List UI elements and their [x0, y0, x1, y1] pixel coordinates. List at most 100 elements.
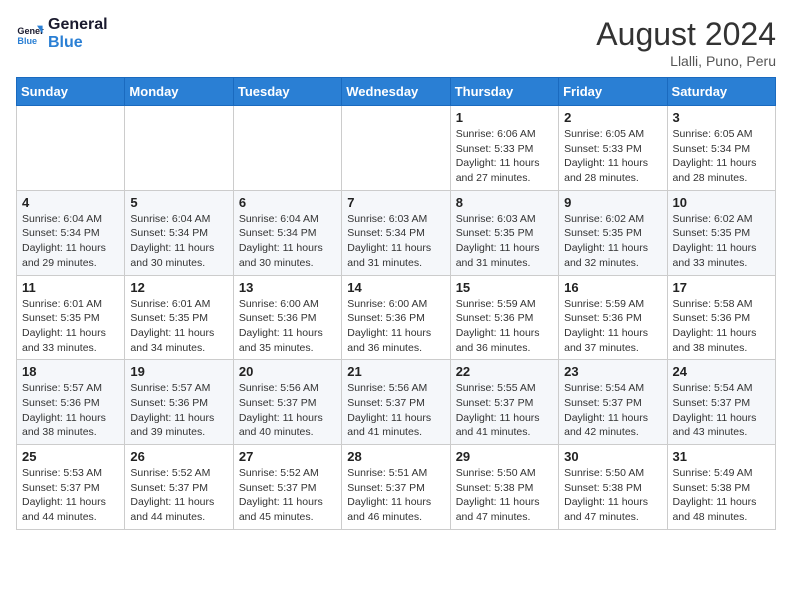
day-info: Sunrise: 5:54 AM Sunset: 5:37 PM Dayligh…	[564, 381, 661, 440]
calendar-day-cell: 19 Sunrise: 5:57 AM Sunset: 5:36 PM Dayli…	[125, 360, 233, 445]
day-number: 1	[456, 110, 553, 125]
day-of-week-thursday: Thursday	[450, 78, 558, 106]
day-info: Sunrise: 5:50 AM Sunset: 5:38 PM Dayligh…	[456, 466, 553, 525]
day-info: Sunrise: 6:04 AM Sunset: 5:34 PM Dayligh…	[22, 212, 119, 271]
day-number: 14	[347, 280, 444, 295]
day-info: Sunrise: 5:50 AM Sunset: 5:38 PM Dayligh…	[564, 466, 661, 525]
day-info: Sunrise: 6:00 AM Sunset: 5:36 PM Dayligh…	[239, 297, 336, 356]
day-number: 18	[22, 364, 119, 379]
day-info: Sunrise: 6:06 AM Sunset: 5:33 PM Dayligh…	[456, 127, 553, 186]
day-info: Sunrise: 6:02 AM Sunset: 5:35 PM Dayligh…	[673, 212, 770, 271]
title-block: August 2024 Llalli, Puno, Peru	[596, 16, 776, 69]
day-info: Sunrise: 5:56 AM Sunset: 5:37 PM Dayligh…	[239, 381, 336, 440]
location: Llalli, Puno, Peru	[596, 53, 776, 69]
calendar-week-row: 18 Sunrise: 5:57 AM Sunset: 5:36 PM Dayli…	[17, 360, 776, 445]
day-number: 20	[239, 364, 336, 379]
day-info: Sunrise: 5:57 AM Sunset: 5:36 PM Dayligh…	[130, 381, 227, 440]
day-of-week-sunday: Sunday	[17, 78, 125, 106]
calendar-day-cell: 29Sunrise: 5:50 AM Sunset: 5:38 PM Dayli…	[450, 445, 558, 530]
logo-general-text: General	[48, 16, 108, 34]
day-number: 11	[22, 280, 119, 295]
day-of-week-monday: Monday	[125, 78, 233, 106]
day-info: Sunrise: 5:59 AM Sunset: 5:36 PM Dayligh…	[456, 297, 553, 356]
day-number: 26	[130, 449, 227, 464]
logo-blue-text: Blue	[48, 34, 108, 52]
day-number: 3	[673, 110, 770, 125]
day-number: 27	[239, 449, 336, 464]
calendar-day-cell: 12Sunrise: 6:01 AM Sunset: 5:35 PM Dayli…	[125, 275, 233, 360]
day-info: Sunrise: 6:05 AM Sunset: 5:33 PM Dayligh…	[564, 127, 661, 186]
calendar-day-cell: 4Sunrise: 6:04 AM Sunset: 5:34 PM Daylig…	[17, 190, 125, 275]
day-info: Sunrise: 6:01 AM Sunset: 5:35 PM Dayligh…	[130, 297, 227, 356]
calendar-day-cell: 30 Sunrise: 5:50 AM Sunset: 5:38 PM Dayli…	[559, 445, 667, 530]
calendar-day-cell: 25 Sunrise: 5:53 AM Sunset: 5:37 PM Dayli…	[17, 445, 125, 530]
calendar-day-cell	[233, 106, 341, 191]
calendar-day-cell: 31Sunrise: 5:49 AM Sunset: 5:38 PM Dayli…	[667, 445, 775, 530]
day-number: 28	[347, 449, 444, 464]
calendar-table: SundayMondayTuesdayWednesdayThursdayFrid…	[16, 77, 776, 530]
day-number: 9	[564, 195, 661, 210]
calendar-day-cell: 21 Sunrise: 5:56 AM Sunset: 5:37 PM Dayli…	[342, 360, 450, 445]
day-info: Sunrise: 5:58 AM Sunset: 5:36 PM Dayligh…	[673, 297, 770, 356]
day-info: Sunrise: 5:54 AM Sunset: 5:37 PM Dayligh…	[673, 381, 770, 440]
day-number: 7	[347, 195, 444, 210]
calendar-day-cell: 20 Sunrise: 5:56 AM Sunset: 5:37 PM Dayli…	[233, 360, 341, 445]
month-year: August 2024	[596, 16, 776, 53]
calendar-day-cell: 13 Sunrise: 6:00 AM Sunset: 5:36 PM Dayli…	[233, 275, 341, 360]
day-info: Sunrise: 5:49 AM Sunset: 5:38 PM Dayligh…	[673, 466, 770, 525]
day-number: 2	[564, 110, 661, 125]
calendar-day-cell	[125, 106, 233, 191]
day-number: 23	[564, 364, 661, 379]
day-info: Sunrise: 6:04 AM Sunset: 5:34 PM Dayligh…	[130, 212, 227, 271]
day-number: 13	[239, 280, 336, 295]
day-info: Sunrise: 5:59 AM Sunset: 5:36 PM Dayligh…	[564, 297, 661, 356]
day-info: Sunrise: 5:57 AM Sunset: 5:36 PM Dayligh…	[22, 381, 119, 440]
logo-icon: General Blue	[16, 20, 44, 48]
day-info: Sunrise: 5:56 AM Sunset: 5:37 PM Dayligh…	[347, 381, 444, 440]
calendar-day-cell: 18 Sunrise: 5:57 AM Sunset: 5:36 PM Dayli…	[17, 360, 125, 445]
calendar-day-cell: 23 Sunrise: 5:54 AM Sunset: 5:37 PM Dayli…	[559, 360, 667, 445]
calendar-day-cell: 27 Sunrise: 5:52 AM Sunset: 5:37 PM Dayli…	[233, 445, 341, 530]
day-of-week-tuesday: Tuesday	[233, 78, 341, 106]
calendar-day-cell: 10 Sunrise: 6:02 AM Sunset: 5:35 PM Dayli…	[667, 190, 775, 275]
calendar-day-cell: 3Sunrise: 6:05 AM Sunset: 5:34 PM Daylig…	[667, 106, 775, 191]
calendar-day-cell: 9Sunrise: 6:02 AM Sunset: 5:35 PM Daylig…	[559, 190, 667, 275]
day-info: Sunrise: 6:01 AM Sunset: 5:35 PM Dayligh…	[22, 297, 119, 356]
day-number: 21	[347, 364, 444, 379]
calendar-week-row: 4Sunrise: 6:04 AM Sunset: 5:34 PM Daylig…	[17, 190, 776, 275]
calendar-day-cell: 5Sunrise: 6:04 AM Sunset: 5:34 PM Daylig…	[125, 190, 233, 275]
calendar-day-cell: 14Sunrise: 6:00 AM Sunset: 5:36 PM Dayli…	[342, 275, 450, 360]
calendar-day-cell: 2 Sunrise: 6:05 AM Sunset: 5:33 PM Daylig…	[559, 106, 667, 191]
calendar-week-row: 1 Sunrise: 6:06 AM Sunset: 5:33 PM Daylig…	[17, 106, 776, 191]
calendar-day-cell: 16Sunrise: 5:59 AM Sunset: 5:36 PM Dayli…	[559, 275, 667, 360]
calendar-day-cell: 22Sunrise: 5:55 AM Sunset: 5:37 PM Dayli…	[450, 360, 558, 445]
page-header: General Blue General Blue August 2024 Ll…	[16, 16, 776, 69]
day-info: Sunrise: 6:03 AM Sunset: 5:34 PM Dayligh…	[347, 212, 444, 271]
calendar-day-cell: 6Sunrise: 6:04 AM Sunset: 5:34 PM Daylig…	[233, 190, 341, 275]
calendar-day-cell: 26Sunrise: 5:52 AM Sunset: 5:37 PM Dayli…	[125, 445, 233, 530]
day-of-week-friday: Friday	[559, 78, 667, 106]
day-number: 25	[22, 449, 119, 464]
calendar-day-cell: 7 Sunrise: 6:03 AM Sunset: 5:34 PM Daylig…	[342, 190, 450, 275]
logo: General Blue General Blue	[16, 16, 108, 53]
calendar-day-cell	[17, 106, 125, 191]
calendar-week-row: 25 Sunrise: 5:53 AM Sunset: 5:37 PM Dayli…	[17, 445, 776, 530]
day-number: 10	[673, 195, 770, 210]
day-info: Sunrise: 5:52 AM Sunset: 5:37 PM Dayligh…	[239, 466, 336, 525]
day-info: Sunrise: 6:04 AM Sunset: 5:34 PM Dayligh…	[239, 212, 336, 271]
calendar-day-cell: 8Sunrise: 6:03 AM Sunset: 5:35 PM Daylig…	[450, 190, 558, 275]
day-info: Sunrise: 5:55 AM Sunset: 5:37 PM Dayligh…	[456, 381, 553, 440]
day-number: 15	[456, 280, 553, 295]
day-of-week-saturday: Saturday	[667, 78, 775, 106]
day-of-week-wednesday: Wednesday	[342, 78, 450, 106]
svg-text:Blue: Blue	[17, 36, 37, 46]
day-number: 17	[673, 280, 770, 295]
calendar-day-cell: 24 Sunrise: 5:54 AM Sunset: 5:37 PM Dayli…	[667, 360, 775, 445]
day-number: 19	[130, 364, 227, 379]
day-number: 24	[673, 364, 770, 379]
calendar-day-cell: 11 Sunrise: 6:01 AM Sunset: 5:35 PM Dayli…	[17, 275, 125, 360]
calendar-day-cell: 15 Sunrise: 5:59 AM Sunset: 5:36 PM Dayli…	[450, 275, 558, 360]
day-info: Sunrise: 5:53 AM Sunset: 5:37 PM Dayligh…	[22, 466, 119, 525]
calendar-header-row: SundayMondayTuesdayWednesdayThursdayFrid…	[17, 78, 776, 106]
day-number: 30	[564, 449, 661, 464]
